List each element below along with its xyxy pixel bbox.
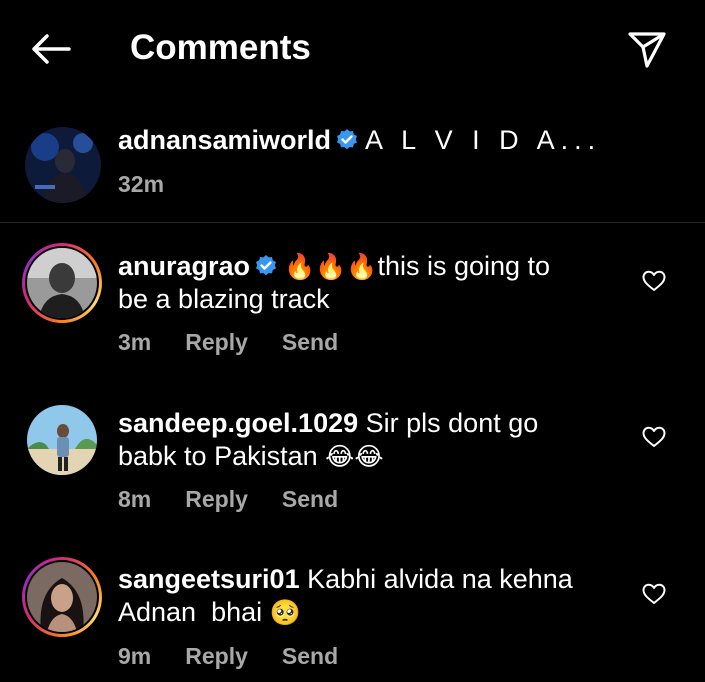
comment-text-continued: babk to Pakistan	[118, 441, 318, 471]
comment-timestamp: 8m	[118, 486, 152, 512]
avatar	[27, 248, 97, 318]
caption-text: A L V I D A...	[365, 125, 602, 155]
post-caption: adnansamiworld A L V I D A... 32m	[0, 118, 705, 222]
comment-timestamp: 3m	[118, 329, 152, 355]
heart-icon[interactable]	[641, 268, 667, 294]
direct-send-button[interactable]	[622, 24, 672, 74]
comment-text-continued: Adnan bhai	[118, 597, 263, 627]
avatar[interactable]	[25, 127, 101, 203]
fire-emoji: 🔥🔥🔥	[284, 252, 378, 281]
send-button[interactable]: Send	[282, 329, 338, 355]
laughing-emoji: 😂😂	[325, 442, 384, 471]
comment-username[interactable]: anuragrao	[118, 251, 250, 281]
verified-badge-icon	[256, 255, 277, 276]
heart-icon[interactable]	[641, 424, 667, 450]
comment-username[interactable]: sangeetsuri01	[118, 564, 300, 594]
comment-username[interactable]: sandeep.goel.1029	[118, 408, 358, 438]
pleading-emoji: 🥺	[269, 598, 301, 627]
comment-text-continued: be a blazing track	[118, 284, 330, 314]
reply-button[interactable]: Reply	[185, 329, 248, 355]
comment-timestamp: 9m	[118, 643, 152, 669]
back-arrow-icon	[32, 34, 71, 64]
divider	[0, 222, 705, 223]
send-button[interactable]: Send	[282, 486, 338, 512]
caption-timestamp: 32m	[118, 171, 165, 197]
story-ring[interactable]	[22, 243, 102, 323]
comment-text: Sir pls dont go	[365, 408, 539, 438]
direct-send-icon	[628, 32, 666, 68]
send-button[interactable]: Send	[282, 643, 338, 669]
avatar	[27, 562, 97, 632]
reply-button[interactable]: Reply	[185, 486, 248, 512]
page-title: Comments	[130, 28, 311, 67]
reply-button[interactable]: Reply	[185, 643, 248, 669]
avatar[interactable]	[27, 405, 97, 475]
comment-text: this is going to	[377, 251, 551, 281]
back-button[interactable]	[28, 26, 74, 72]
story-ring[interactable]	[22, 557, 102, 637]
comment-text: Kabhi alvida na kehna	[307, 564, 573, 594]
caption-username[interactable]: adnansamiworld	[118, 125, 331, 155]
heart-icon[interactable]	[641, 581, 667, 607]
verified-badge-icon	[337, 129, 358, 150]
header-bar: Comments	[0, 0, 705, 100]
